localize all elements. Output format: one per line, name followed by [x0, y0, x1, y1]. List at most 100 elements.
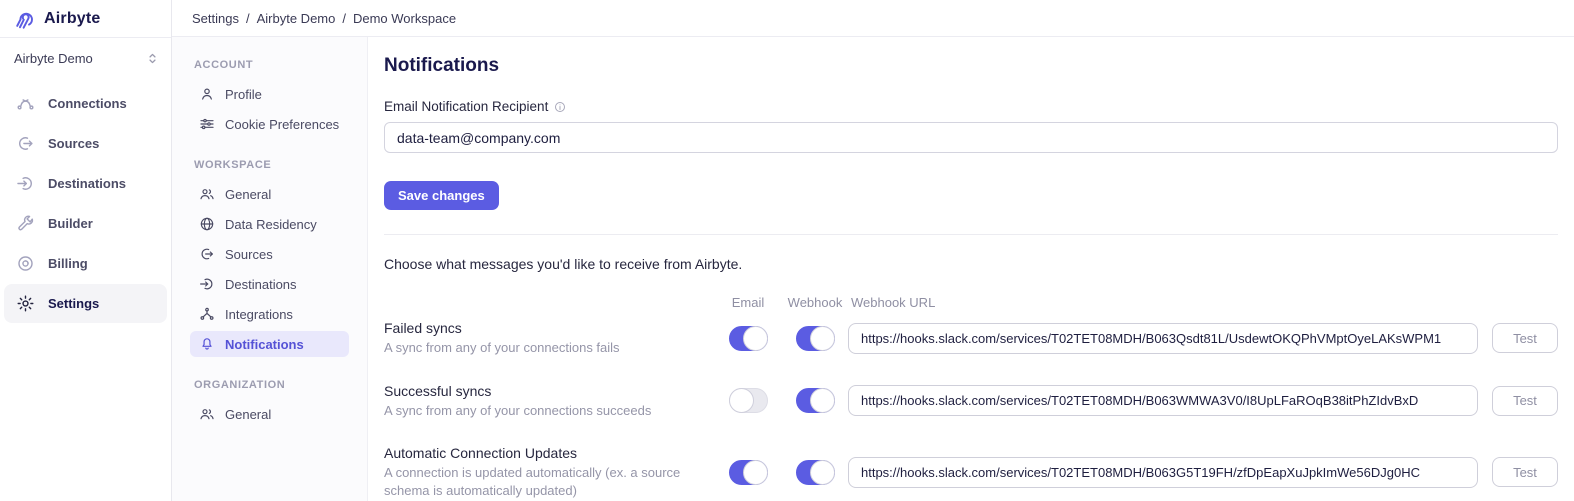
test-webhook-button[interactable]: Test — [1492, 386, 1558, 416]
section-title: ACCOUNT — [194, 59, 349, 71]
notifications-page: Notifications Email Notification Recipie… — [368, 37, 1574, 501]
table-header-row: Email Webhook Webhook URL — [384, 295, 1558, 310]
email-toggle[interactable] — [729, 326, 768, 351]
brand-name: Airbyte — [44, 10, 101, 28]
row-title: Failed syncs — [384, 320, 694, 336]
save-changes-button[interactable]: Save changes — [384, 181, 499, 210]
users-icon — [199, 406, 215, 422]
toggle-knob — [743, 460, 768, 485]
section-title: ORGANIZATION — [194, 379, 349, 391]
sidebar-item-label: Connections — [48, 96, 127, 111]
email-column-header: Email — [714, 295, 782, 310]
webhook-url-input[interactable] — [848, 457, 1478, 488]
destinations-icon — [16, 174, 35, 193]
breadcrumb-separator: / — [342, 11, 346, 26]
breadcrumb-settings[interactable]: Settings — [192, 11, 239, 26]
sidebar-item-label: Billing — [48, 256, 88, 271]
workspace-name: Airbyte Demo — [14, 51, 93, 66]
sidebar-item-label: Settings — [48, 296, 99, 311]
connections-icon — [16, 94, 35, 113]
builder-icon — [16, 214, 35, 233]
webhook-url-input[interactable] — [848, 385, 1478, 416]
settings-nav-label: Profile — [225, 87, 262, 102]
webhook-toggle[interactable] — [796, 326, 835, 351]
sliders-icon — [199, 116, 215, 132]
network-icon — [199, 306, 215, 322]
brand-logo[interactable]: Airbyte — [0, 0, 171, 38]
settings-nav-item-profile[interactable]: Profile — [190, 81, 349, 107]
row-subtitle: A connection is updated automatically (e… — [384, 464, 694, 499]
table-row-automatic-connection-updates: Automatic Connection Updates A connectio… — [384, 445, 1558, 499]
row-title: Successful syncs — [384, 383, 694, 399]
sidebar-item-billing[interactable]: Billing — [4, 244, 167, 283]
toggle-knob — [729, 388, 754, 413]
settings-nav-section-organization: ORGANIZATION General — [194, 379, 349, 427]
sidebar-item-connections[interactable]: Connections — [4, 84, 167, 123]
sources-icon — [199, 246, 215, 262]
sources-icon — [16, 134, 35, 153]
email-recipient-input[interactable] — [384, 122, 1558, 153]
row-subtitle: A sync from any of your connections succ… — [384, 402, 694, 420]
webhook-column-header: Webhook — [782, 295, 848, 310]
toggle-knob — [810, 388, 835, 413]
airbyte-logo-icon — [14, 8, 36, 30]
settings-nav-section-workspace: WORKSPACE General — [194, 159, 349, 357]
settings-nav-item-sources[interactable]: Sources — [190, 241, 349, 267]
settings-nav-item-cookie-preferences[interactable]: Cookie Preferences — [190, 111, 349, 137]
settings-nav-label: Integrations — [225, 307, 293, 322]
workspace-selector[interactable]: Airbyte Demo — [0, 42, 171, 74]
settings-nav-item-integrations[interactable]: Integrations — [190, 301, 349, 327]
webhook-url-column-header: Webhook URL — [848, 295, 1492, 310]
email-recipient-label: Email Notification Recipient — [384, 99, 548, 114]
settings-nav-item-org-general[interactable]: General — [190, 401, 349, 427]
info-icon[interactable] — [554, 101, 566, 113]
sidebar-item-builder[interactable]: Builder — [4, 204, 167, 243]
settings-nav-item-general[interactable]: General — [190, 181, 349, 207]
sidebar-item-settings[interactable]: Settings — [4, 284, 167, 323]
settings-nav-label: General — [225, 407, 271, 422]
notifications-description: Choose what messages you'd like to recei… — [384, 256, 1558, 272]
breadcrumb-workspace[interactable]: Airbyte Demo — [257, 11, 336, 26]
email-toggle[interactable] — [729, 460, 768, 485]
sidebar-item-sources[interactable]: Sources — [4, 124, 167, 163]
toggle-knob — [810, 460, 835, 485]
main-sidebar: Airbyte Airbyte Demo Connections — [0, 0, 172, 501]
toggle-knob — [810, 326, 835, 351]
sidebar-item-destinations[interactable]: Destinations — [4, 164, 167, 203]
destinations-icon — [199, 276, 215, 292]
chevron-up-down-icon — [146, 52, 159, 65]
email-toggle[interactable] — [729, 388, 768, 413]
sidebar-item-label: Destinations — [48, 176, 126, 191]
test-webhook-button[interactable]: Test — [1492, 457, 1558, 487]
user-icon — [199, 86, 215, 102]
users-icon — [199, 186, 215, 202]
table-row-successful-syncs: Successful syncs A sync from any of your… — [384, 383, 1558, 420]
table-row-failed-syncs: Failed syncs A sync from any of your con… — [384, 320, 1558, 357]
settings-nav-item-destinations[interactable]: Destinations — [190, 271, 349, 297]
settings-nav-item-data-residency[interactable]: Data Residency — [190, 211, 349, 237]
sidebar-item-label: Sources — [48, 136, 99, 151]
breadcrumb-separator: / — [246, 11, 250, 26]
test-webhook-button[interactable]: Test — [1492, 323, 1558, 353]
row-subtitle: A sync from any of your connections fail… — [384, 339, 694, 357]
row-title: Automatic Connection Updates — [384, 445, 694, 461]
settings-nav-section-account: ACCOUNT Profile — [194, 59, 349, 137]
settings-nav-item-notifications[interactable]: Notifications — [190, 331, 349, 357]
page-title: Notifications — [384, 55, 1558, 77]
settings-nav-label: Data Residency — [225, 217, 317, 232]
sidebar-nav: Connections Sources Destinations — [0, 84, 171, 324]
settings-nav-label: Notifications — [225, 337, 304, 352]
webhook-toggle[interactable] — [796, 460, 835, 485]
globe-icon — [199, 216, 215, 232]
settings-icon — [16, 294, 35, 313]
section-title: WORKSPACE — [194, 159, 349, 171]
settings-nav-label: Sources — [225, 247, 273, 262]
webhook-url-input[interactable] — [848, 323, 1478, 354]
app-window: Airbyte Airbyte Demo Connections — [0, 0, 1574, 501]
breadcrumb-page[interactable]: Demo Workspace — [353, 11, 456, 26]
settings-nav-label: Cookie Preferences — [225, 117, 339, 132]
billing-icon — [16, 254, 35, 273]
webhook-toggle[interactable] — [796, 388, 835, 413]
toggle-knob — [743, 326, 768, 351]
section-divider — [384, 234, 1558, 235]
